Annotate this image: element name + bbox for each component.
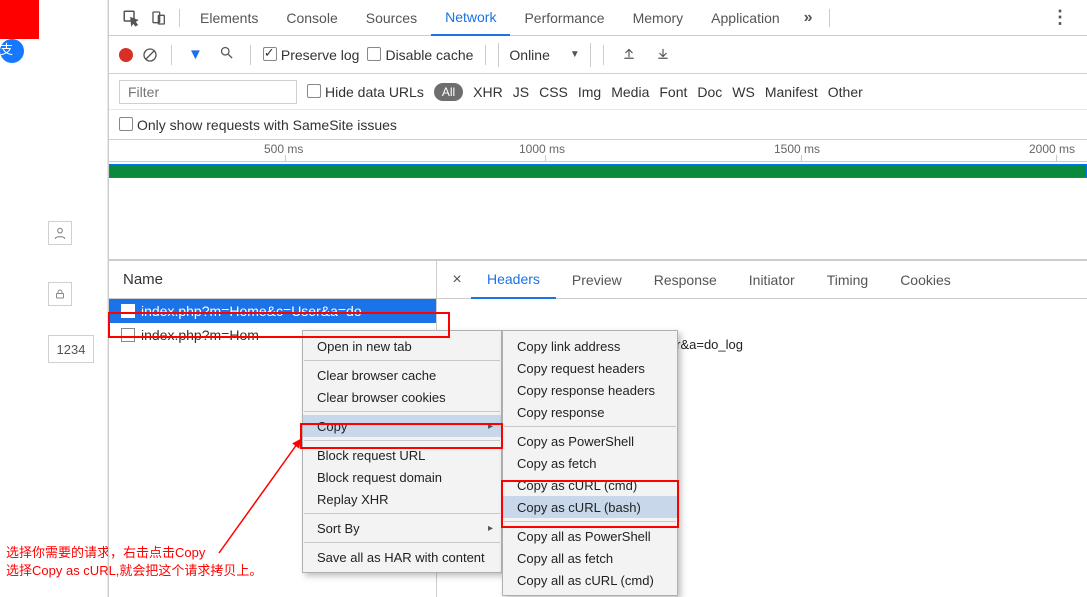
timeline-tick: 1000 ms bbox=[519, 142, 565, 156]
record-button[interactable] bbox=[119, 48, 133, 62]
hide-data-urls-checkbox[interactable]: Hide data URLs bbox=[307, 83, 424, 100]
timeline-bar bbox=[109, 164, 1087, 178]
menu-clear-cache[interactable]: Clear browser cache bbox=[303, 364, 501, 386]
menu-copy-req-headers[interactable]: Copy request headers bbox=[503, 357, 677, 379]
document-icon bbox=[121, 304, 135, 318]
tab-timing[interactable]: Timing bbox=[811, 261, 885, 298]
filter-input[interactable] bbox=[119, 80, 297, 104]
tab-console[interactable]: Console bbox=[272, 0, 351, 35]
menu-copy[interactable]: Copy bbox=[303, 415, 501, 437]
request-row[interactable]: index.php?m=Home&c=User&a=do bbox=[109, 299, 436, 323]
tab-performance[interactable]: Performance bbox=[510, 0, 618, 35]
menu-copy-curl-cmd[interactable]: Copy as cURL (cmd) bbox=[503, 474, 677, 496]
red-square bbox=[0, 0, 39, 39]
detail-tabstrip: × Headers Preview Response Initiator Tim… bbox=[437, 261, 1087, 299]
filter-css[interactable]: CSS bbox=[539, 84, 568, 100]
menu-copy-powershell[interactable]: Copy as PowerShell bbox=[503, 430, 677, 452]
samesite-bar: Only show requests with SameSite issues bbox=[109, 110, 1087, 140]
lock-icon bbox=[48, 282, 72, 306]
menu-block-domain[interactable]: Block request domain bbox=[303, 466, 501, 488]
timeline-tick: 500 ms bbox=[264, 142, 303, 156]
menu-copy-curl-bash[interactable]: Copy as cURL (bash) bbox=[503, 496, 677, 518]
disable-cache-checkbox[interactable]: Disable cache bbox=[367, 46, 473, 63]
filter-ws[interactable]: WS bbox=[732, 84, 755, 100]
devtools-menu[interactable]: ⋮ bbox=[1041, 7, 1079, 28]
tab-memory[interactable]: Memory bbox=[619, 0, 698, 35]
tab-preview[interactable]: Preview bbox=[556, 261, 638, 298]
tab-sources[interactable]: Sources bbox=[352, 0, 431, 35]
menu-replay-xhr[interactable]: Replay XHR bbox=[303, 488, 501, 510]
context-submenu-copy: Copy link address Copy request headers C… bbox=[502, 330, 678, 596]
document-icon bbox=[121, 328, 135, 342]
devtools-tabstrip: Elements Console Sources Network Perform… bbox=[109, 0, 1087, 36]
inspect-icon[interactable] bbox=[117, 5, 145, 31]
network-timeline[interactable]: 500 ms 1000 ms 1500 ms 2000 ms bbox=[109, 140, 1087, 260]
tab-response[interactable]: Response bbox=[638, 261, 733, 298]
tab-network[interactable]: Network bbox=[431, 1, 510, 36]
menu-open-new-tab[interactable]: Open in new tab bbox=[303, 335, 501, 357]
menu-copy-resp-headers[interactable]: Copy response headers bbox=[503, 379, 677, 401]
filter-doc[interactable]: Doc bbox=[697, 84, 722, 100]
filter-xhr[interactable]: XHR bbox=[473, 84, 503, 100]
menu-copy-all-powershell[interactable]: Copy all as PowerShell bbox=[503, 525, 677, 547]
tabs-overflow[interactable]: » bbox=[794, 0, 823, 35]
network-toolbar: ▼ Preserve log Disable cache Online▼ bbox=[109, 36, 1087, 74]
menu-copy-link[interactable]: Copy link address bbox=[503, 335, 677, 357]
context-menu: Open in new tab Clear browser cache Clea… bbox=[302, 330, 502, 573]
menu-copy-response[interactable]: Copy response bbox=[503, 401, 677, 423]
tab-initiator[interactable]: Initiator bbox=[733, 261, 811, 298]
device-icon[interactable] bbox=[145, 5, 173, 31]
menu-clear-cookies[interactable]: Clear browser cookies bbox=[303, 386, 501, 408]
tab-elements[interactable]: Elements bbox=[186, 0, 272, 35]
name-column-header[interactable]: Name bbox=[109, 261, 436, 299]
tab-headers[interactable]: Headers bbox=[471, 262, 556, 299]
filter-js[interactable]: JS bbox=[513, 84, 529, 100]
filter-manifest[interactable]: Manifest bbox=[765, 84, 818, 100]
upload-icon[interactable] bbox=[616, 46, 642, 63]
tab-cookies[interactable]: Cookies bbox=[884, 261, 967, 298]
input-1234: 1234 bbox=[48, 335, 94, 363]
avatar-icon bbox=[48, 221, 72, 245]
filter-bar: Hide data URLs All XHR JS CSS Img Media … bbox=[109, 74, 1087, 110]
close-detail-button[interactable]: × bbox=[443, 271, 471, 289]
menu-copy-fetch[interactable]: Copy as fetch bbox=[503, 452, 677, 474]
filter-all[interactable]: All bbox=[434, 83, 463, 101]
samesite-checkbox[interactable]: Only show requests with SameSite issues bbox=[119, 116, 397, 133]
menu-save-har[interactable]: Save all as HAR with content bbox=[303, 546, 501, 568]
filter-media[interactable]: Media bbox=[611, 84, 649, 100]
tab-application[interactable]: Application bbox=[697, 0, 794, 35]
download-icon[interactable] bbox=[650, 46, 676, 63]
clear-button[interactable] bbox=[141, 46, 159, 64]
timeline-tick: 2000 ms bbox=[1029, 142, 1075, 156]
menu-block-url[interactable]: Block request URL bbox=[303, 444, 501, 466]
preserve-log-checkbox[interactable]: Preserve log bbox=[263, 46, 360, 63]
menu-copy-all-curl-cmd[interactable]: Copy all as cURL (cmd) bbox=[503, 569, 677, 591]
alipay-icon: 支 bbox=[0, 39, 24, 63]
menu-sort-by[interactable]: Sort By bbox=[303, 517, 501, 539]
menu-copy-all-fetch[interactable]: Copy all as fetch bbox=[503, 547, 677, 569]
timeline-tick: 1500 ms bbox=[774, 142, 820, 156]
filter-img[interactable]: Img bbox=[578, 84, 601, 100]
filter-font[interactable]: Font bbox=[659, 84, 687, 100]
search-icon[interactable] bbox=[215, 45, 238, 64]
filter-icon[interactable]: ▼ bbox=[184, 46, 207, 63]
filter-other[interactable]: Other bbox=[828, 84, 863, 100]
throttling-select[interactable]: Online▼ bbox=[498, 43, 590, 67]
